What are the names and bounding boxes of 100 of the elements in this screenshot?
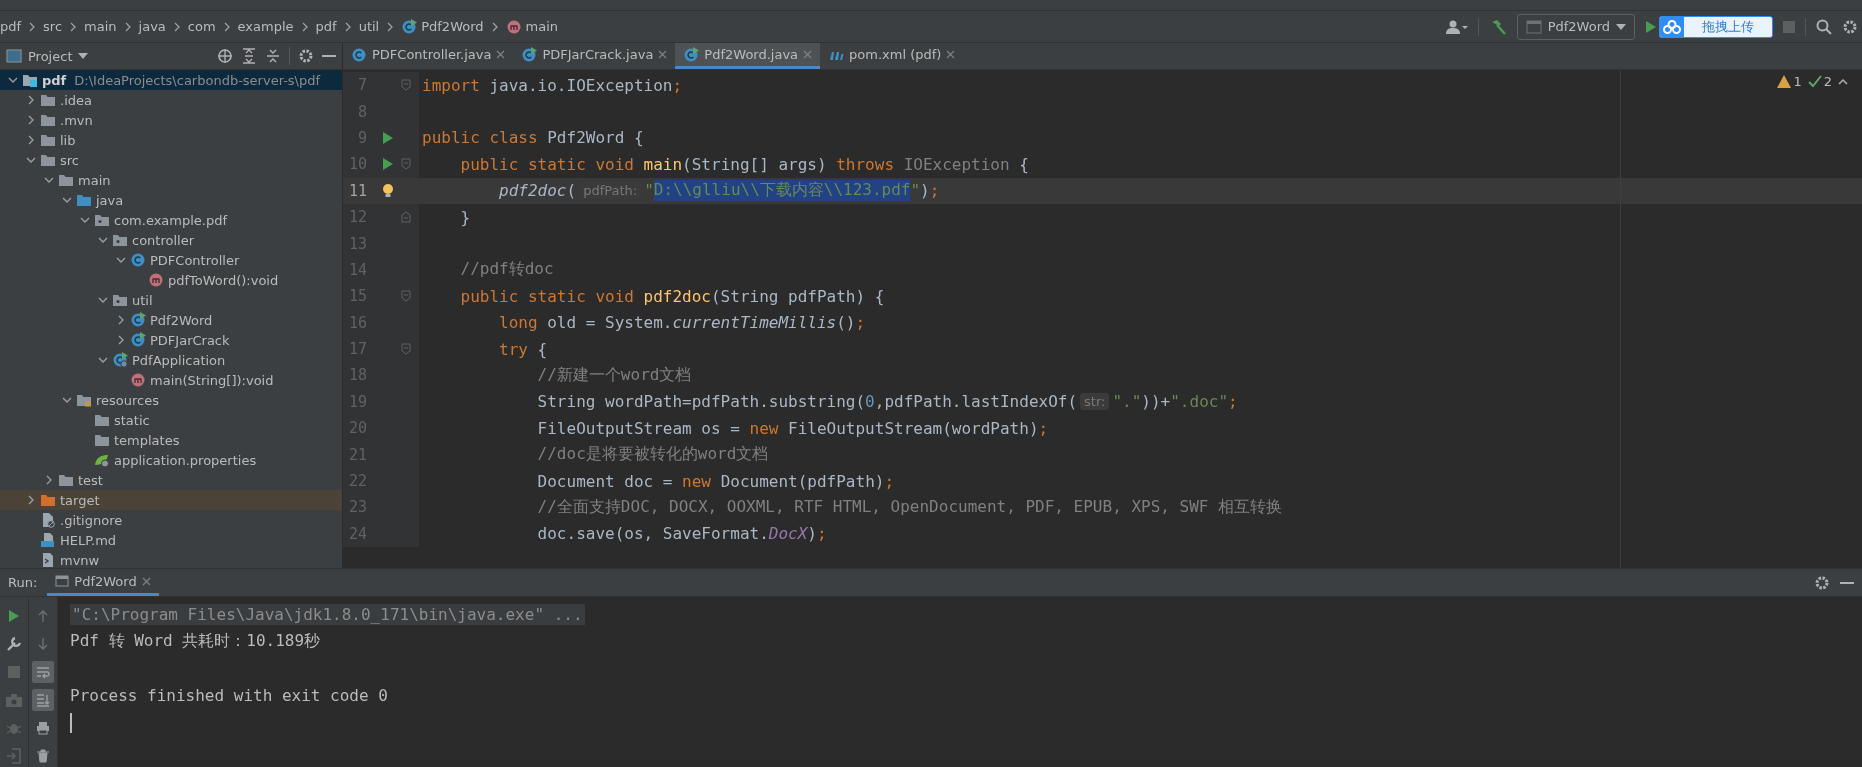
cloud-logo-icon — [1663, 19, 1681, 34]
configuration-name: Pdf2Word — [1547, 19, 1610, 34]
upload-button[interactable]: 拖拽上传 — [1659, 15, 1773, 38]
tree-item[interactable]: templates — [0, 430, 342, 450]
settings-icon[interactable] — [1814, 574, 1830, 591]
soft-wrap-toggle[interactable] — [32, 661, 54, 683]
breadcrumb[interactable]: Pdf2Word — [401, 18, 484, 35]
runnable-class-icon — [401, 18, 418, 35]
close-icon[interactable] — [946, 50, 956, 59]
settings-icon[interactable] — [1842, 18, 1858, 35]
run-icon[interactable] — [382, 130, 394, 145]
tree-item[interactable]: main(String[]):void — [0, 370, 342, 390]
breadcrumb[interactable]: util — [358, 19, 380, 34]
user-icon[interactable] — [1445, 19, 1468, 34]
chevron-down-icon[interactable] — [98, 355, 108, 365]
scroll-end-icon — [35, 692, 51, 708]
settings-icon[interactable] — [298, 48, 314, 64]
close-icon[interactable] — [496, 50, 506, 59]
code-line: doc.save(os, SaveFormat.DocX); — [536, 523, 828, 546]
warning-icon — [1777, 75, 1792, 88]
chevron-up-icon[interactable] — [1838, 77, 1848, 86]
tree-item[interactable]: resources — [0, 390, 342, 410]
weak-warning-count[interactable]: 2 — [1823, 74, 1832, 89]
chevron-down-icon[interactable] — [62, 395, 72, 405]
tree-label: src — [60, 152, 79, 168]
text-cursor — [70, 713, 72, 733]
tree-item[interactable]: util — [0, 290, 342, 310]
tab-label: PDFController.java — [372, 47, 492, 62]
tree-item[interactable]: target — [0, 490, 342, 510]
tree-label: PdfApplication — [132, 352, 226, 368]
markdown-file-icon — [40, 532, 56, 548]
breadcrumb[interactable]: main — [84, 19, 117, 34]
runnable-class-icon — [683, 46, 700, 63]
tree-item[interactable]: PDFJarCrack — [0, 330, 342, 350]
project-view-dropdown[interactable]: Project — [6, 48, 209, 64]
breadcrumb[interactable]: pdf — [315, 19, 337, 34]
tree-item[interactable]: controller — [0, 230, 342, 250]
method-icon — [505, 18, 522, 35]
run-icon[interactable] — [382, 157, 394, 172]
line-number: 11 — [347, 181, 367, 200]
wrench-icon[interactable] — [6, 636, 22, 652]
tree-label: lib — [60, 132, 76, 148]
tree-label: java — [96, 192, 124, 208]
tree-item[interactable]: main — [0, 170, 342, 190]
caret-icon — [78, 53, 89, 59]
run-configuration-dropdown[interactable]: Pdf2Word — [1516, 13, 1635, 40]
tree-item[interactable]: .gitignore — [0, 510, 342, 530]
editor-tab[interactable]: PDFJarCrack.java — [513, 43, 676, 69]
collapse-all-icon[interactable] — [265, 48, 281, 64]
tree-item[interactable]: lib — [0, 130, 342, 150]
window-icon — [55, 575, 70, 587]
editor-tab[interactable]: pom.xml (pdf) — [820, 43, 964, 69]
locate-icon[interactable] — [217, 48, 233, 64]
tree-item[interactable]: PDFController — [0, 250, 342, 270]
tree-item[interactable]: Pdf2Word — [0, 310, 342, 330]
window-icon — [1525, 19, 1542, 34]
close-icon[interactable] — [658, 50, 668, 59]
module-folder-icon — [22, 73, 38, 87]
tree-item[interactable]: src — [0, 150, 342, 170]
editor-tab[interactable]: Pdf2Word.java — [675, 43, 821, 69]
rerun-icon[interactable] — [8, 609, 20, 623]
minimize-icon[interactable] — [322, 54, 336, 58]
tree-item[interactable]: HELP.md — [0, 530, 342, 550]
chevron-down-icon[interactable] — [98, 295, 108, 305]
tree-label: PDFController — [150, 252, 240, 268]
tree-item[interactable]: pdfToWord():void — [0, 270, 342, 290]
breadcrumb[interactable]: pdf — [0, 19, 22, 34]
code-line: Document doc = new Document(pdfPath); — [536, 470, 896, 493]
lightbulb-icon[interactable] — [382, 182, 394, 199]
close-icon[interactable] — [141, 576, 151, 586]
code-line: import java.io.IOException; — [421, 74, 684, 97]
tree-item[interactable]: com.example.pdf — [0, 210, 342, 230]
warning-count[interactable]: 1 — [1793, 74, 1802, 89]
tree-item[interactable]: test — [0, 470, 342, 490]
folder-icon — [94, 433, 110, 447]
search-icon[interactable] — [1816, 18, 1832, 35]
chevron-down-icon[interactable] — [8, 75, 18, 85]
tree-item[interactable]: static — [0, 410, 342, 430]
tree-label: HELP.md — [60, 532, 117, 548]
tree-item[interactable]: PdfApplication — [0, 350, 342, 370]
breadcrumb[interactable]: java — [138, 19, 166, 34]
method-icon — [130, 372, 146, 388]
breadcrumb[interactable]: example — [237, 19, 294, 34]
tree-item[interactable]: application.properties — [0, 450, 342, 470]
folder-icon — [40, 153, 56, 167]
scroll-end-toggle[interactable] — [32, 689, 54, 711]
breadcrumb[interactable]: main — [505, 18, 559, 35]
tree-item[interactable]: pdf D:\IdeaProjects\carbondb-server-s\pdf — [0, 70, 342, 90]
run-icon[interactable] — [1645, 19, 1657, 34]
breadcrumb[interactable]: com — [187, 19, 216, 34]
tree-label: util — [132, 292, 153, 308]
breadcrumb[interactable]: src — [43, 19, 63, 34]
expand-all-icon[interactable] — [241, 48, 257, 64]
script-file-icon — [40, 552, 56, 568]
tree-item[interactable]: mvnw — [0, 550, 342, 568]
tree-item[interactable]: java — [0, 190, 342, 210]
tree-item[interactable]: .idea — [0, 90, 342, 110]
editor-tab[interactable]: PDFController.java — [343, 43, 514, 69]
tree-item[interactable]: .mvn — [0, 110, 342, 130]
ignored-file-icon — [40, 512, 56, 528]
